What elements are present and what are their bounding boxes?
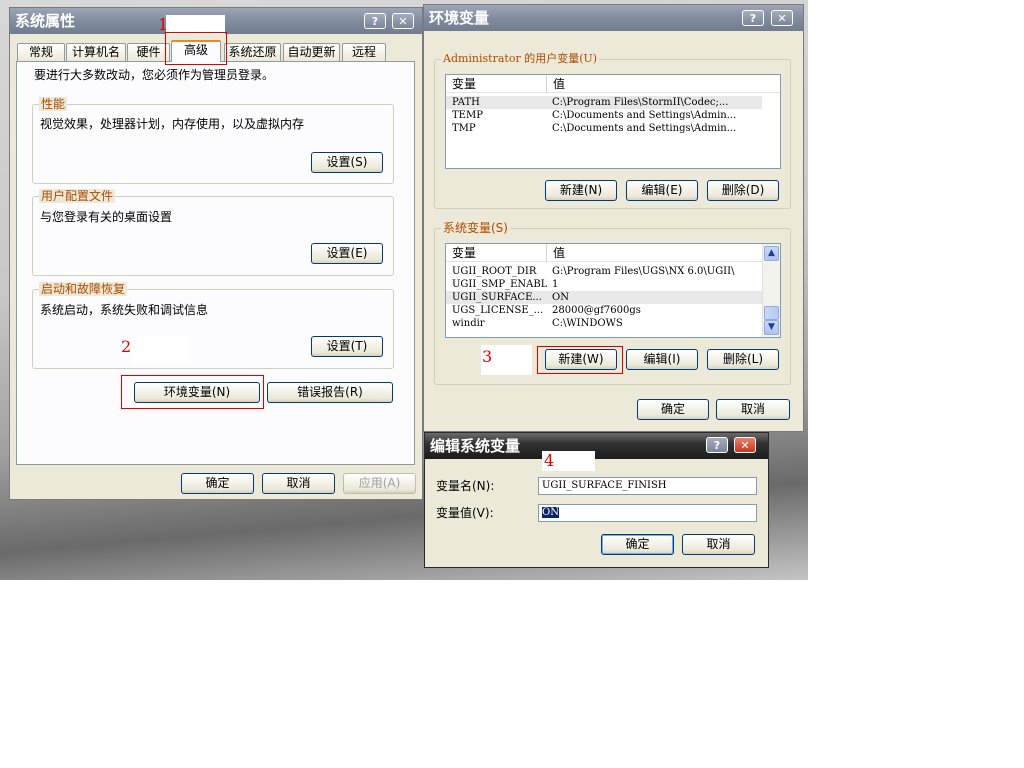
user-profile-settings-button[interactable]: 设置(E) xyxy=(311,243,383,264)
tab-auto-update[interactable]: 自动更新 xyxy=(283,43,340,61)
list-item[interactable]: PATH C:\Program Files\StormII\Codec;... xyxy=(446,96,762,109)
scroll-thumb[interactable] xyxy=(764,306,779,320)
startup-recovery-settings-button[interactable]: 设置(T) xyxy=(311,336,383,357)
column-header-variable[interactable]: 变量 xyxy=(446,75,547,93)
variable-name: UGII_SURFACE... xyxy=(452,292,542,303)
user-profile-legend: 用户配置文件 xyxy=(39,189,116,203)
variable-name: UGII_ROOT_DIR xyxy=(452,266,537,277)
close-button[interactable]: ✕ xyxy=(771,10,793,26)
variable-name: windir xyxy=(452,318,485,329)
tab-advanced[interactable]: 高级 xyxy=(171,40,221,62)
system-delete-button[interactable]: 删除(L) xyxy=(707,349,779,370)
tab-system-restore[interactable]: 系统还原 xyxy=(224,43,281,61)
annotation-2-highlight xyxy=(121,375,264,409)
cancel-button[interactable]: 取消 xyxy=(716,399,790,420)
help-button[interactable]: ? xyxy=(706,437,728,453)
apply-button[interactable]: 应用(A) xyxy=(343,473,416,494)
variable-value: G:\Program Files\UGS\NX 6.0\UGII\ xyxy=(552,266,735,277)
cancel-button[interactable]: 取消 xyxy=(682,534,755,555)
variable-value: 1 xyxy=(552,279,559,290)
list-item[interactable]: UGII_SMP_ENABLE 1 xyxy=(446,278,764,291)
user-edit-button[interactable]: 编辑(E) xyxy=(626,180,698,201)
annotation-2-label-box xyxy=(131,336,191,364)
startup-recovery-description: 系统启动，系统失败和调试信息 xyxy=(40,303,209,317)
user-delete-button[interactable]: 删除(D) xyxy=(707,180,779,201)
variable-value: ON xyxy=(552,292,569,303)
ok-button[interactable]: 确定 xyxy=(181,473,254,494)
annotation-2-number: 2 xyxy=(121,337,132,356)
window-title: 编辑系统变量 xyxy=(430,437,521,455)
help-button[interactable]: ? xyxy=(364,13,386,29)
tab-hardware[interactable]: 硬件 xyxy=(127,43,170,61)
variable-value: C:\WINDOWS xyxy=(552,318,623,329)
scroll-up-arrow-icon[interactable]: ▲ xyxy=(764,246,779,261)
error-reporting-button[interactable]: 错误报告(R) xyxy=(267,382,393,403)
annotation-4-number: 4 xyxy=(544,451,555,470)
variable-value: 28000@gf7600gs xyxy=(552,305,641,316)
variable-name: PATH xyxy=(452,97,480,108)
window-title: 环境变量 xyxy=(429,9,490,27)
variable-value-field[interactable]: ON xyxy=(538,504,757,522)
column-header-variable[interactable]: 变量 xyxy=(446,244,547,262)
system-variables-list[interactable]: 变量 值 UGII_ROOT_DIR G:\Program Files\UGS\… xyxy=(445,243,781,338)
ok-button[interactable]: 确定 xyxy=(637,399,709,420)
list-item[interactable]: UGS_LICENSE_... 28000@gf7600gs xyxy=(446,304,764,317)
list-item[interactable]: TMP C:\Documents and Settings\Admin... xyxy=(446,122,762,135)
user-new-button[interactable]: 新建(N) xyxy=(545,180,617,201)
close-button[interactable]: ✕ xyxy=(734,437,756,453)
startup-recovery-group: 启动和故障恢复 xyxy=(32,282,394,369)
scroll-down-arrow-icon[interactable]: ▼ xyxy=(764,320,779,335)
startup-recovery-legend: 启动和故障恢复 xyxy=(39,282,128,296)
variable-name: TEMP xyxy=(452,110,483,121)
variable-name-field[interactable]: UGII_SURFACE_FINISH xyxy=(538,477,757,495)
variable-value: C:\Program Files\StormII\Codec;... xyxy=(552,97,729,108)
variable-value: C:\Documents and Settings\Admin... xyxy=(552,123,737,134)
close-button[interactable]: ✕ xyxy=(392,13,414,29)
variable-name-label: 变量名(N): xyxy=(436,479,495,493)
user-variables-list[interactable]: 变量 值 PATH C:\Program Files\StormII\Codec… xyxy=(445,74,781,169)
selected-value-text: ON xyxy=(542,507,559,518)
variable-name: UGII_SMP_ENABLE xyxy=(452,279,547,290)
performance-legend: 性能 xyxy=(39,97,68,111)
system-edit-button[interactable]: 编辑(I) xyxy=(626,349,698,370)
admin-note: 要进行大多数改动，您必须作为管理员登录。 xyxy=(34,68,275,82)
column-header-value[interactable]: 值 xyxy=(547,75,780,93)
list-item[interactable]: UGII_SURFACE... ON xyxy=(446,291,764,304)
variable-name: UGS_LICENSE_... xyxy=(452,305,544,316)
annotation-3-number: 3 xyxy=(482,347,493,366)
user-variables-legend: Administrator 的用户变量(U) xyxy=(441,52,600,66)
annotation-1-number: 1 xyxy=(158,15,169,34)
tab-general[interactable]: 常规 xyxy=(17,43,65,61)
window-title: 系统属性 xyxy=(15,12,76,30)
tab-computer-name[interactable]: 计算机名 xyxy=(66,43,126,61)
tab-remote[interactable]: 远程 xyxy=(342,43,386,61)
user-profile-description: 与您登录有关的桌面设置 xyxy=(40,210,173,224)
help-button[interactable]: ? xyxy=(742,10,764,26)
ok-button[interactable]: 确定 xyxy=(601,534,674,555)
list-item[interactable]: UGII_ROOT_DIR G:\Program Files\UGS\NX 6.… xyxy=(446,265,764,278)
performance-settings-button[interactable]: 设置(S) xyxy=(311,152,383,173)
user-profile-group: 用户配置文件 xyxy=(32,189,394,276)
variable-name: TMP xyxy=(452,123,476,134)
vertical-scrollbar[interactable]: ▲ ▼ xyxy=(762,244,780,337)
list-item[interactable]: windir C:\WINDOWS xyxy=(446,317,764,330)
annotation-3-highlight xyxy=(537,346,623,374)
variable-value-label: 变量值(V): xyxy=(436,506,494,520)
performance-description: 视觉效果，处理器计划，内存使用，以及虚拟内存 xyxy=(40,117,305,131)
variable-value: C:\Documents and Settings\Admin... xyxy=(552,110,737,121)
column-header-value[interactable]: 值 xyxy=(547,244,764,262)
cancel-button[interactable]: 取消 xyxy=(262,473,335,494)
list-item[interactable]: TEMP C:\Documents and Settings\Admin... xyxy=(446,109,762,122)
system-variables-legend: 系统变量(S) xyxy=(441,221,510,235)
